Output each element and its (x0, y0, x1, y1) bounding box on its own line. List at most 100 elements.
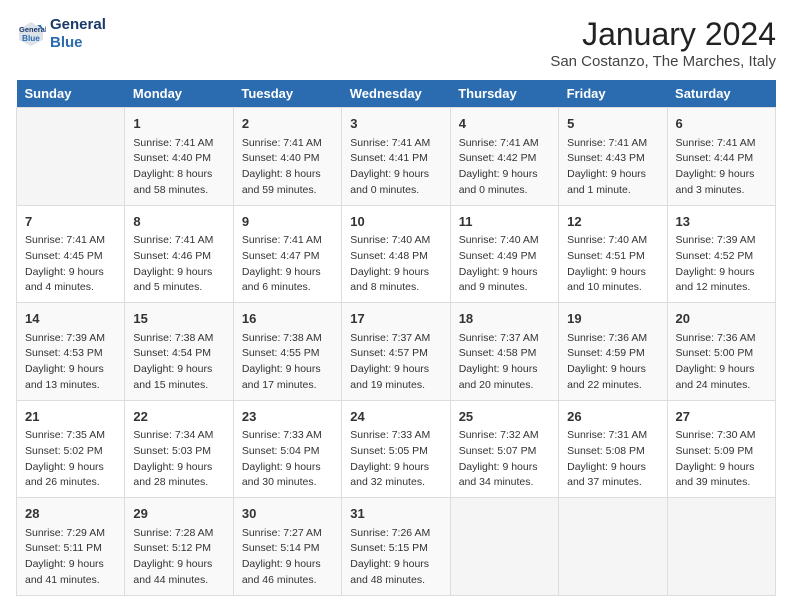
calendar-cell (450, 498, 558, 596)
svg-text:Blue: Blue (22, 34, 40, 43)
logo-text-line1: General (50, 16, 106, 34)
day-details: Sunrise: 7:41 AMSunset: 4:45 PMDaylight:… (25, 233, 116, 296)
day-details: Sunrise: 7:41 AMSunset: 4:40 PMDaylight:… (133, 136, 224, 199)
day-details: Sunrise: 7:37 AMSunset: 4:58 PMDaylight:… (459, 331, 550, 394)
calendar-cell: 11Sunrise: 7:40 AMSunset: 4:49 PMDayligh… (450, 205, 558, 303)
day-details: Sunrise: 7:41 AMSunset: 4:43 PMDaylight:… (567, 136, 658, 199)
day-number: 7 (25, 212, 116, 232)
day-number: 9 (242, 212, 333, 232)
day-details: Sunrise: 7:27 AMSunset: 5:14 PMDaylight:… (242, 526, 333, 589)
calendar-cell (559, 498, 667, 596)
day-number: 17 (350, 309, 441, 329)
calendar-cell: 21Sunrise: 7:35 AMSunset: 5:02 PMDayligh… (17, 400, 125, 498)
calendar-week-row: 1Sunrise: 7:41 AMSunset: 4:40 PMDaylight… (17, 108, 776, 206)
day-details: Sunrise: 7:33 AMSunset: 5:05 PMDaylight:… (350, 428, 441, 491)
day-number: 23 (242, 407, 333, 427)
day-number: 1 (133, 114, 224, 134)
day-details: Sunrise: 7:36 AMSunset: 4:59 PMDaylight:… (567, 331, 658, 394)
day-details: Sunrise: 7:41 AMSunset: 4:44 PMDaylight:… (676, 136, 767, 199)
calendar-cell: 24Sunrise: 7:33 AMSunset: 5:05 PMDayligh… (342, 400, 450, 498)
day-number: 2 (242, 114, 333, 134)
day-number: 27 (676, 407, 767, 427)
day-number: 15 (133, 309, 224, 329)
calendar-cell: 10Sunrise: 7:40 AMSunset: 4:48 PMDayligh… (342, 205, 450, 303)
calendar-cell: 2Sunrise: 7:41 AMSunset: 4:40 PMDaylight… (233, 108, 341, 206)
day-details: Sunrise: 7:38 AMSunset: 4:54 PMDaylight:… (133, 331, 224, 394)
day-number: 19 (567, 309, 658, 329)
day-number: 26 (567, 407, 658, 427)
header-day-sunday: Sunday (17, 80, 125, 108)
calendar-cell: 5Sunrise: 7:41 AMSunset: 4:43 PMDaylight… (559, 108, 667, 206)
day-number: 18 (459, 309, 550, 329)
calendar-cell: 26Sunrise: 7:31 AMSunset: 5:08 PMDayligh… (559, 400, 667, 498)
calendar-cell: 20Sunrise: 7:36 AMSunset: 5:00 PMDayligh… (667, 303, 775, 401)
calendar-cell: 15Sunrise: 7:38 AMSunset: 4:54 PMDayligh… (125, 303, 233, 401)
day-details: Sunrise: 7:41 AMSunset: 4:41 PMDaylight:… (350, 136, 441, 199)
calendar-cell: 19Sunrise: 7:36 AMSunset: 4:59 PMDayligh… (559, 303, 667, 401)
calendar-cell: 29Sunrise: 7:28 AMSunset: 5:12 PMDayligh… (125, 498, 233, 596)
day-number: 12 (567, 212, 658, 232)
calendar-cell: 14Sunrise: 7:39 AMSunset: 4:53 PMDayligh… (17, 303, 125, 401)
calendar-week-row: 28Sunrise: 7:29 AMSunset: 5:11 PMDayligh… (17, 498, 776, 596)
calendar-cell: 13Sunrise: 7:39 AMSunset: 4:52 PMDayligh… (667, 205, 775, 303)
day-number: 5 (567, 114, 658, 134)
header-day-thursday: Thursday (450, 80, 558, 108)
calendar-cell: 7Sunrise: 7:41 AMSunset: 4:45 PMDaylight… (17, 205, 125, 303)
header-day-tuesday: Tuesday (233, 80, 341, 108)
calendar-cell: 25Sunrise: 7:32 AMSunset: 5:07 PMDayligh… (450, 400, 558, 498)
day-details: Sunrise: 7:41 AMSunset: 4:42 PMDaylight:… (459, 136, 550, 199)
day-details: Sunrise: 7:39 AMSunset: 4:53 PMDaylight:… (25, 331, 116, 394)
day-details: Sunrise: 7:36 AMSunset: 5:00 PMDaylight:… (676, 331, 767, 394)
calendar-cell: 30Sunrise: 7:27 AMSunset: 5:14 PMDayligh… (233, 498, 341, 596)
day-details: Sunrise: 7:29 AMSunset: 5:11 PMDaylight:… (25, 526, 116, 589)
calendar-cell: 8Sunrise: 7:41 AMSunset: 4:46 PMDaylight… (125, 205, 233, 303)
calendar-cell: 17Sunrise: 7:37 AMSunset: 4:57 PMDayligh… (342, 303, 450, 401)
day-details: Sunrise: 7:40 AMSunset: 4:48 PMDaylight:… (350, 233, 441, 296)
calendar-table: SundayMondayTuesdayWednesdayThursdayFrid… (16, 80, 776, 596)
day-number: 28 (25, 504, 116, 524)
svg-text:General: General (19, 25, 46, 34)
logo-text-line2: Blue (50, 34, 106, 52)
header-day-friday: Friday (559, 80, 667, 108)
day-details: Sunrise: 7:40 AMSunset: 4:49 PMDaylight:… (459, 233, 550, 296)
calendar-cell (667, 498, 775, 596)
day-details: Sunrise: 7:38 AMSunset: 4:55 PMDaylight:… (242, 331, 333, 394)
day-details: Sunrise: 7:33 AMSunset: 5:04 PMDaylight:… (242, 428, 333, 491)
calendar-header-row: SundayMondayTuesdayWednesdayThursdayFrid… (17, 80, 776, 108)
day-details: Sunrise: 7:31 AMSunset: 5:08 PMDaylight:… (567, 428, 658, 491)
logo: General Blue General Blue (16, 16, 106, 52)
page-subtitle: San Costanzo, The Marches, Italy (550, 53, 776, 70)
logo-icon: General Blue (16, 19, 46, 49)
calendar-week-row: 14Sunrise: 7:39 AMSunset: 4:53 PMDayligh… (17, 303, 776, 401)
header-day-monday: Monday (125, 80, 233, 108)
day-details: Sunrise: 7:41 AMSunset: 4:40 PMDaylight:… (242, 136, 333, 199)
day-details: Sunrise: 7:37 AMSunset: 4:57 PMDaylight:… (350, 331, 441, 394)
calendar-cell: 16Sunrise: 7:38 AMSunset: 4:55 PMDayligh… (233, 303, 341, 401)
calendar-cell: 1Sunrise: 7:41 AMSunset: 4:40 PMDaylight… (125, 108, 233, 206)
day-number: 4 (459, 114, 550, 134)
calendar-cell: 23Sunrise: 7:33 AMSunset: 5:04 PMDayligh… (233, 400, 341, 498)
header-day-saturday: Saturday (667, 80, 775, 108)
day-number: 24 (350, 407, 441, 427)
day-number: 6 (676, 114, 767, 134)
day-number: 13 (676, 212, 767, 232)
calendar-cell: 3Sunrise: 7:41 AMSunset: 4:41 PMDaylight… (342, 108, 450, 206)
calendar-week-row: 21Sunrise: 7:35 AMSunset: 5:02 PMDayligh… (17, 400, 776, 498)
day-details: Sunrise: 7:41 AMSunset: 4:46 PMDaylight:… (133, 233, 224, 296)
day-number: 8 (133, 212, 224, 232)
page-title: January 2024 (550, 16, 776, 53)
day-details: Sunrise: 7:39 AMSunset: 4:52 PMDaylight:… (676, 233, 767, 296)
day-number: 25 (459, 407, 550, 427)
day-number: 22 (133, 407, 224, 427)
day-details: Sunrise: 7:35 AMSunset: 5:02 PMDaylight:… (25, 428, 116, 491)
calendar-cell (17, 108, 125, 206)
day-details: Sunrise: 7:41 AMSunset: 4:47 PMDaylight:… (242, 233, 333, 296)
header: General Blue General Blue January 2024 S… (16, 16, 776, 70)
calendar-cell: 27Sunrise: 7:30 AMSunset: 5:09 PMDayligh… (667, 400, 775, 498)
day-number: 11 (459, 212, 550, 232)
calendar-cell: 9Sunrise: 7:41 AMSunset: 4:47 PMDaylight… (233, 205, 341, 303)
day-number: 30 (242, 504, 333, 524)
day-number: 10 (350, 212, 441, 232)
day-details: Sunrise: 7:30 AMSunset: 5:09 PMDaylight:… (676, 428, 767, 491)
day-number: 20 (676, 309, 767, 329)
